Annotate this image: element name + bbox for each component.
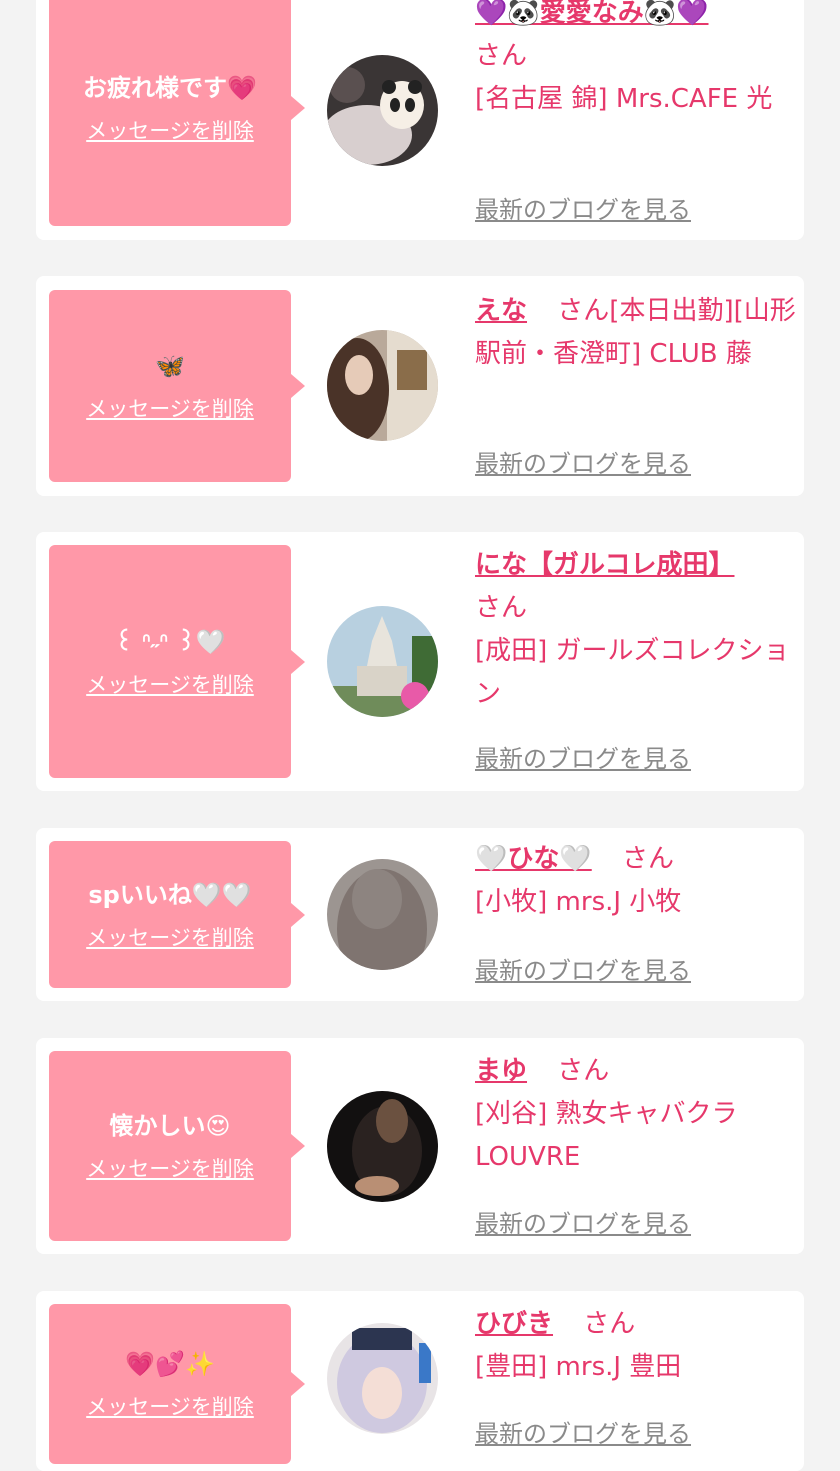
latest-blog-link[interactable]: 最新のブログを見る	[475, 739, 691, 774]
sender-name-link[interactable]: まゆ	[475, 1056, 527, 1086]
san-suffix: さん	[583, 1309, 636, 1339]
message-bubble: 懐かしい😍 メッセージを削除	[49, 1051, 305, 1241]
message-text: 懐かしい😍	[109, 1112, 231, 1140]
delete-message-link[interactable]: メッセージを削除	[86, 395, 254, 423]
avatar[interactable]	[327, 1091, 438, 1202]
delete-message-link[interactable]: メッセージを削除	[86, 1393, 254, 1421]
san-suffix: さん	[475, 41, 528, 71]
avatar[interactable]	[327, 1323, 438, 1434]
sender-info: えな さん[本日出勤][山形駅前・香澄町] CLUB 藤	[475, 290, 797, 376]
sender-info: まゆ さん [刈谷] 熟女キャバクラLOUVRE	[475, 1050, 797, 1179]
sender-info: 💜🐼愛愛なみ🐼💜 さん [名古屋 錦] Mrs.CAFE 光	[475, 0, 797, 121]
sender-info: 🤍ひな🤍 さん [小牧] mrs.J 小牧	[475, 838, 797, 924]
san-suffix: さん	[622, 844, 675, 874]
message-text: 🦋	[155, 352, 185, 380]
message-bubble: お疲れ様です💗 メッセージを削除	[49, 0, 305, 226]
message-card: spいいね🤍🤍 メッセージを削除 🤍ひな🤍 さん [小牧] mrs.J 小牧 最…	[36, 828, 804, 1001]
message-bubble: spいいね🤍🤍 メッセージを削除	[49, 841, 305, 988]
message-bubble: ꒰ ᐢ˶ᐢ ꒱🤍 メッセージを削除	[49, 545, 305, 778]
shop-name: [成田] ガールズコレクション	[475, 636, 790, 709]
sender-name-link[interactable]: 🤍ひな🤍	[475, 844, 592, 874]
delete-message-link[interactable]: メッセージを削除	[86, 117, 254, 145]
sender-info: にな【ガルコレ成田】 さん [成田] ガールズコレクション	[475, 544, 805, 716]
message-card: お疲れ様です💗 メッセージを削除 💜🐼愛愛なみ🐼💜 さん [名古屋 錦] Mrs…	[36, 0, 804, 240]
message-text: ꒰ ᐢ˶ᐢ ꒱🤍	[114, 627, 226, 656]
avatar[interactable]	[327, 859, 438, 970]
shop-name: [小牧] mrs.J 小牧	[475, 887, 682, 917]
shop-name: [豊田] mrs.J 豊田	[475, 1352, 682, 1382]
delete-message-link[interactable]: メッセージを削除	[86, 671, 254, 699]
latest-blog-link[interactable]: 最新のブログを見る	[475, 951, 691, 986]
latest-blog-link[interactable]: 最新のブログを見る	[475, 1204, 691, 1239]
latest-blog-link[interactable]: 最新のブログを見る	[475, 444, 691, 479]
latest-blog-link[interactable]: 最新のブログを見る	[475, 190, 691, 225]
message-card: 懐かしい😍 メッセージを削除 まゆ さん [刈谷] 熟女キャバクラLOUVRE …	[36, 1038, 804, 1254]
sender-name-link[interactable]: えな	[475, 296, 527, 326]
delete-message-link[interactable]: メッセージを削除	[86, 924, 254, 952]
shop-name: [刈谷] 熟女キャバクラLOUVRE	[475, 1099, 738, 1172]
san-suffix: さん	[557, 1056, 610, 1086]
shop-name: [名古屋 錦] Mrs.CAFE 光	[475, 84, 773, 114]
san-suffix: さん	[475, 593, 528, 623]
sender-name-link[interactable]: にな【ガルコレ成田】	[475, 550, 734, 580]
message-bubble: 💗💕✨ メッセージを削除	[49, 1304, 305, 1464]
avatar[interactable]	[327, 55, 438, 166]
message-text: 💗💕✨	[125, 1350, 215, 1378]
message-text: spいいね🤍🤍	[88, 880, 252, 909]
message-card: 🦋 メッセージを削除 えな さん[本日出勤][山形駅前・香澄町] CLUB 藤 …	[36, 276, 804, 496]
message-text: お疲れ様です💗	[83, 74, 257, 102]
san-suffix: さん	[557, 296, 610, 326]
sender-name-link[interactable]: 💜🐼愛愛なみ🐼💜	[475, 0, 709, 28]
sender-name-link[interactable]: ひびき	[475, 1309, 553, 1339]
latest-blog-link[interactable]: 最新のブログを見る	[475, 1414, 691, 1449]
message-card: ꒰ ᐢ˶ᐢ ꒱🤍 メッセージを削除 にな【ガルコレ成田】 さん [成田] ガール…	[36, 532, 804, 791]
avatar[interactable]	[327, 330, 438, 441]
delete-message-link[interactable]: メッセージを削除	[86, 1155, 254, 1183]
sender-info: ひびき さん [豊田] mrs.J 豊田	[475, 1303, 797, 1389]
message-bubble: 🦋 メッセージを削除	[49, 290, 305, 482]
avatar[interactable]	[327, 606, 438, 717]
message-card: 💗💕✨ メッセージを削除 ひびき さん [豊田] mrs.J 豊田 最新のブログ…	[36, 1291, 804, 1471]
